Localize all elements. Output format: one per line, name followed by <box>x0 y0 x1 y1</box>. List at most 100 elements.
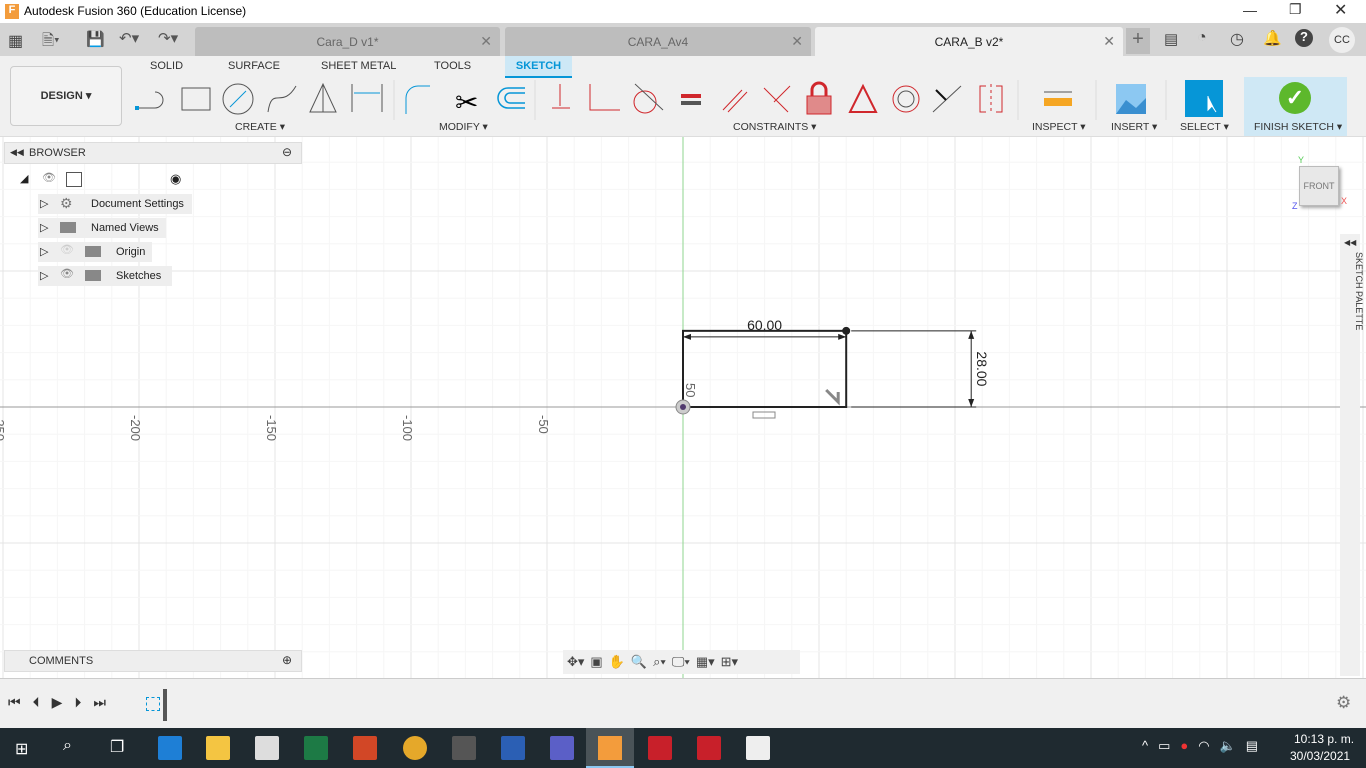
store-icon[interactable] <box>255 736 279 760</box>
photos-icon[interactable] <box>746 736 770 760</box>
undo-button[interactable]: ↶▾ <box>119 29 139 47</box>
insert-menu[interactable]: INSERT ▾ <box>1111 121 1157 133</box>
close-tab-icon[interactable]: ✕ <box>1103 33 1115 50</box>
taskbar-time[interactable]: 10:13 p. m. <box>1294 732 1354 746</box>
maximize-button[interactable]: ❐ <box>1289 1 1302 18</box>
teams-icon[interactable] <box>550 736 574 760</box>
expand-icon[interactable]: ▷ <box>40 245 48 258</box>
next-step-icon[interactable]: ⏵ <box>74 694 81 711</box>
apps-grid-icon[interactable]: ▦ <box>8 31 23 51</box>
search-icon[interactable]: ⌕ <box>63 737 72 755</box>
equal-constraint-icon[interactable] <box>681 94 701 105</box>
start-button[interactable]: ⊞ <box>15 739 28 759</box>
tab-cara-a[interactable]: CARA_Av4 ✕ <box>505 27 811 56</box>
orbit-icon[interactable]: ✥▾ <box>567 654 584 670</box>
timeline-sketch-feature[interactable] <box>146 697 160 711</box>
minimize-panel-icon[interactable]: ⊖ <box>282 145 292 159</box>
select-tool-icon[interactable] <box>1185 80 1223 117</box>
grid-settings-icon[interactable]: ▦▾ <box>696 654 715 670</box>
sketch-palette-toggle[interactable]: ◀◀ SKETCH PALETTE <box>1340 234 1364 676</box>
symmetric-constraint-icon[interactable] <box>979 84 1003 114</box>
powerpoint-icon[interactable] <box>353 736 377 760</box>
save-button[interactable]: 💾 <box>86 30 105 48</box>
offset-tool-icon[interactable] <box>497 87 525 109</box>
visibility-eye-icon[interactable]: 👁 <box>60 267 74 280</box>
excel-icon[interactable] <box>304 736 328 760</box>
hidden-eye-icon[interactable]: 👁 <box>60 243 74 256</box>
fusion-360-taskbar-icon[interactable] <box>586 728 634 768</box>
concentric-constraint-icon[interactable] <box>892 85 920 113</box>
autodesk-app-icon[interactable] <box>648 736 672 760</box>
sketch-grid[interactable]: -250 -200 -150 -100 -50 50 60.00 28.00 <box>0 137 1366 678</box>
cloud-error-icon[interactable]: ● <box>1180 738 1188 754</box>
activate-radio-icon[interactable]: ◉ <box>170 171 181 187</box>
timeline-settings-gear-icon[interactable]: ⚙ <box>1336 693 1351 713</box>
trim-scissors-icon[interactable]: ✂ <box>455 87 478 118</box>
tree-item-origin[interactable]: ▷ 👁 Origin <box>38 242 152 262</box>
tree-item-sketches[interactable]: ▷ 👁 Sketches <box>38 266 172 286</box>
close-tab-icon[interactable]: ✕ <box>480 33 492 50</box>
expand-triangle-icon[interactable]: ◢ <box>20 172 28 185</box>
midpoint-constraint-icon[interactable] <box>932 85 962 113</box>
new-tab-button[interactable]: + <box>1126 28 1150 54</box>
close-window-button[interactable]: ✕ <box>1334 0 1347 20</box>
fillet-tool-icon[interactable] <box>405 85 430 114</box>
viewcube[interactable]: Y FRONT X Z <box>1290 155 1350 215</box>
notifications-bell-icon[interactable]: 🔔 <box>1263 29 1282 47</box>
tab-surface[interactable]: SURFACE <box>228 60 280 72</box>
calculator-icon[interactable] <box>452 736 476 760</box>
collinear-constraint-icon[interactable] <box>589 84 620 111</box>
parallel-constraint-icon[interactable] <box>722 89 748 113</box>
tab-solid[interactable]: SOLID <box>150 60 183 72</box>
system-tray[interactable]: ^ ▭ ● ◠ 🔈 ▤ <box>1142 738 1258 754</box>
tree-item-document-settings[interactable]: ▷ ⚙ Document Settings <box>38 194 192 214</box>
viewcube-front-face[interactable]: FRONT <box>1299 166 1339 206</box>
dimension-tool-icon[interactable] <box>351 84 383 112</box>
help-icon[interactable]: ? <box>1295 29 1313 47</box>
fix-lock-icon[interactable] <box>806 81 832 115</box>
tab-sketch[interactable]: SKETCH <box>505 56 572 78</box>
insert-image-icon[interactable] <box>1116 84 1146 114</box>
comments-icon[interactable]: ▤ <box>1164 30 1178 48</box>
sketch-canvas[interactable]: -250 -200 -150 -100 -50 50 60.00 28.00 <box>0 137 1366 678</box>
timeline-marker[interactable] <box>163 689 167 721</box>
last-step-icon[interactable]: ⏭ <box>93 694 106 711</box>
wifi-icon[interactable]: ◠ <box>1198 738 1209 754</box>
tangent-constraint-icon[interactable] <box>633 83 664 114</box>
tree-item-named-views[interactable]: ▷ Named Views <box>38 218 166 238</box>
fit-icon[interactable]: ⌕▾ <box>653 654 666 670</box>
line-tool-icon[interactable] <box>135 91 164 110</box>
previous-step-icon[interactable]: ⏴ <box>33 694 40 711</box>
coincident-constraint-icon[interactable] <box>552 84 570 109</box>
zoom-icon[interactable]: 🔍 <box>631 654 647 670</box>
redo-button[interactable]: ↷▾ <box>158 29 178 47</box>
close-tab-icon[interactable]: ✕ <box>791 33 803 50</box>
rectangle-tool-icon[interactable] <box>181 87 211 111</box>
clock-icon[interactable]: ◷ <box>1230 29 1244 49</box>
select-menu[interactable]: SELECT ▾ <box>1180 121 1229 133</box>
word-icon[interactable] <box>501 736 525 760</box>
task-view-icon[interactable]: ❐ <box>110 737 124 757</box>
expand-icon[interactable]: ▷ <box>40 221 48 234</box>
visibility-eye-icon[interactable]: 👁 <box>42 171 56 184</box>
tree-root[interactable]: ◢ 👁 CARA_B v1 ◉ <box>18 170 190 190</box>
add-comment-icon[interactable]: ⊕ <box>282 653 292 667</box>
user-avatar[interactable]: CC <box>1329 27 1355 53</box>
display-settings-icon[interactable]: 🖵▾ <box>672 654 690 670</box>
minimize-button[interactable]: — <box>1243 2 1257 18</box>
perpendicular-constraint-icon[interactable] <box>763 85 791 113</box>
volume-icon[interactable]: 🔈 <box>1220 738 1236 754</box>
finish-sketch-menu[interactable]: FINISH SKETCH ▾ <box>1254 121 1342 133</box>
modify-menu[interactable]: MODIFY ▾ <box>439 121 488 133</box>
inspect-menu[interactable]: INSPECT ▾ <box>1032 121 1086 133</box>
play-icon[interactable]: ▶ <box>52 694 63 711</box>
comments-panel-header[interactable]: COMMENTS ⊕ <box>4 650 302 672</box>
circle-tool-icon[interactable] <box>222 83 254 115</box>
action-center-icon[interactable]: ▤ <box>1246 738 1258 754</box>
file-menu-button[interactable]: 🗎▾ <box>42 30 60 55</box>
constraints-menu[interactable]: CONSTRAINTS ▾ <box>733 121 816 133</box>
collapse-icon[interactable]: ◀◀ <box>10 147 24 158</box>
browser-panel-header[interactable]: ◀◀ BROWSER ⊖ <box>4 142 302 164</box>
look-at-icon[interactable]: ▣ <box>590 654 602 670</box>
acrobat-icon[interactable] <box>697 736 721 760</box>
